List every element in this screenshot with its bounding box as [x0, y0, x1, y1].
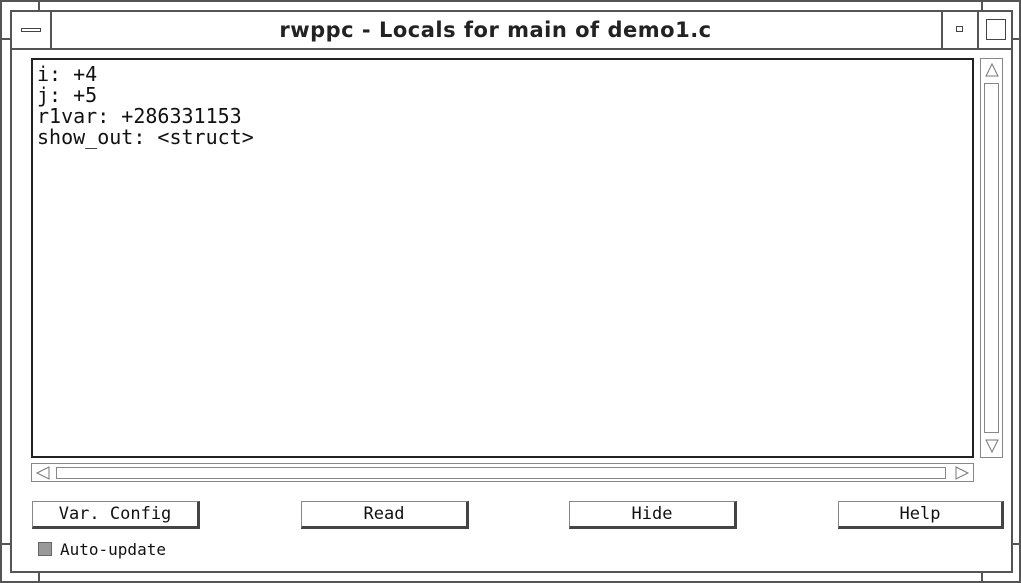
title-bar[interactable]: rwppc - Locals for main of demo1.c — [10, 10, 1013, 50]
frame-corner-tick — [2, 543, 10, 545]
auto-update-checkbox[interactable] — [38, 542, 52, 556]
vertical-scroll-thumb[interactable] — [984, 83, 999, 433]
arrow-down-icon[interactable] — [984, 438, 1000, 454]
locals-text-area[interactable]: i: +4 j: +5 r1var: +286331153 show_out: … — [31, 58, 974, 458]
maximize-icon — [986, 19, 1006, 40]
auto-update-label[interactable]: Auto-update — [60, 540, 166, 559]
frame-corner-tick — [981, 573, 983, 581]
hide-button[interactable]: Hide — [569, 501, 737, 529]
help-button[interactable]: Help — [838, 501, 1004, 529]
auto-update-option[interactable]: Auto-update — [38, 538, 166, 560]
vertical-scrollbar[interactable] — [980, 58, 1003, 458]
frame-corner-tick — [2, 38, 10, 40]
minimize-icon — [956, 26, 963, 32]
frame-corner-tick — [38, 2, 40, 10]
local-variable-line: i: +4 — [37, 62, 98, 86]
window-client-area: i: +4 j: +5 r1var: +286331153 show_out: … — [10, 50, 1013, 573]
var-config-button[interactable]: Var. Config — [32, 501, 200, 529]
read-button[interactable]: Read — [301, 501, 469, 529]
frame-corner-tick — [38, 573, 40, 581]
horizontal-scrollbar[interactable] — [31, 463, 974, 482]
local-variable-line: show_out: <struct> — [37, 125, 254, 149]
frame-corner-tick — [981, 2, 983, 10]
minimize-button[interactable] — [941, 12, 977, 48]
arrow-right-icon[interactable] — [954, 466, 970, 480]
debugger-locals-window: rwppc - Locals for main of demo1.c i: +4… — [0, 0, 1021, 583]
arrow-left-icon[interactable] — [35, 466, 51, 480]
arrow-up-icon[interactable] — [984, 62, 1000, 78]
window-menu-button[interactable] — [12, 12, 52, 48]
window-title: rwppc - Locals for main of demo1.c — [279, 18, 712, 42]
maximize-button[interactable] — [977, 12, 1011, 48]
local-variable-line: j: +5 — [37, 83, 98, 107]
local-variable-line: r1var: +286331153 — [37, 104, 242, 128]
horizontal-scroll-thumb[interactable] — [56, 467, 946, 479]
window-menu-icon — [21, 28, 41, 32]
